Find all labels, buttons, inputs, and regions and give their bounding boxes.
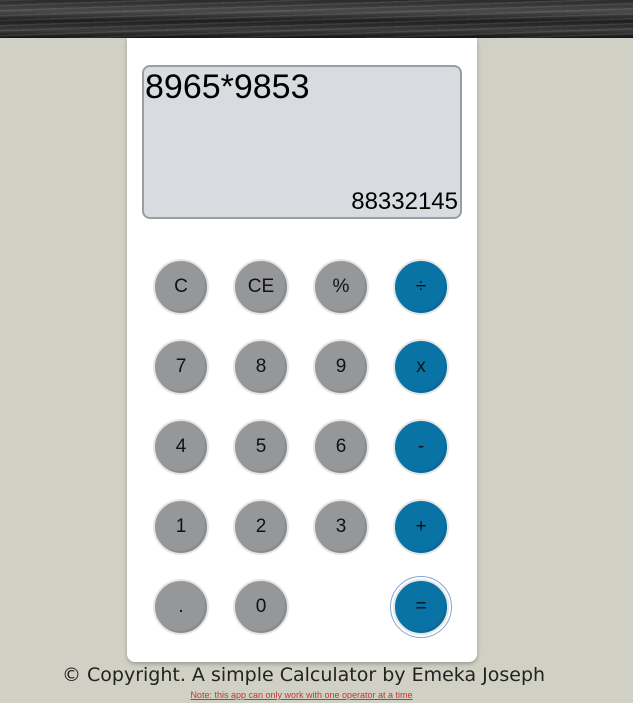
digit-4-button[interactable]: 4 (153, 419, 209, 475)
decimal-button[interactable]: . (153, 579, 209, 635)
expression-readout: 8965*9853 (145, 68, 310, 106)
clear-entry-button[interactable]: CE (233, 259, 289, 315)
header-banner (0, 0, 633, 38)
digit-3-button[interactable]: 3 (313, 499, 369, 555)
subtract-button[interactable]: - (393, 419, 449, 475)
digit-9-button[interactable]: 9 (313, 339, 369, 395)
result-readout: 88332145 (351, 187, 458, 215)
calculator-display: 8965*9853 88332145 (142, 65, 462, 219)
divide-button[interactable]: ÷ (393, 259, 449, 315)
multiply-button[interactable]: x (393, 339, 449, 395)
digit-6-button[interactable]: 6 (313, 419, 369, 475)
calculator: 8965*9853 88332145 C CE % ÷ 7 8 9 x 4 5 … (127, 38, 477, 662)
percent-button[interactable]: % (313, 259, 369, 315)
digit-7-button[interactable]: 7 (153, 339, 209, 395)
clear-button[interactable]: C (153, 259, 209, 315)
equals-button[interactable]: = (390, 576, 452, 638)
digit-2-button[interactable]: 2 (233, 499, 289, 555)
digit-0-button[interactable]: 0 (233, 579, 289, 635)
operator-note: Note: this app can only work with one op… (190, 690, 413, 700)
add-button[interactable]: + (393, 499, 449, 555)
digit-1-button[interactable]: 1 (153, 499, 209, 555)
digit-8-button[interactable]: 8 (233, 339, 289, 395)
digit-5-button[interactable]: 5 (233, 419, 289, 475)
copyright-footer: © Copyright. A simple Calculator by Emek… (61, 664, 546, 686)
